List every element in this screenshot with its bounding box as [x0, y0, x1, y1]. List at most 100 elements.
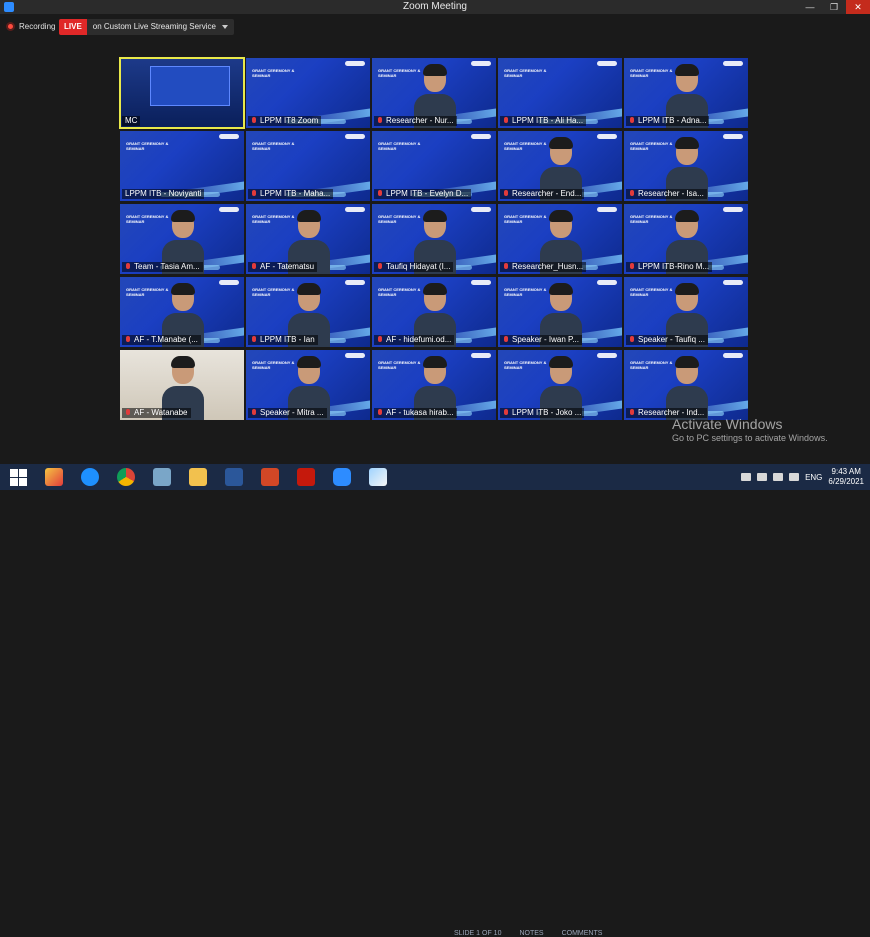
participant-tile[interactable]: GRANT CEREMONY & SEMINAR Speaker - Iwan P…: [498, 277, 622, 347]
participant-tile[interactable]: GRANT CEREMONY & SEMINAR LPPM ITB - Ali H…: [498, 58, 622, 128]
notes-button[interactable]: NOTES: [519, 930, 543, 937]
muted-mic-icon: [251, 117, 257, 125]
comments-button[interactable]: COMMENTS: [562, 930, 603, 937]
slide-logo: [723, 61, 743, 66]
participant-nameplate: LPPM ITB - Ali Ha...: [500, 116, 587, 126]
language-indicator[interactable]: ENG: [805, 473, 822, 482]
participant-tile[interactable]: GRANT CEREMONY & SEMINAR LPPM ITB - Noviy…: [120, 131, 244, 201]
participant-tile[interactable]: GRANT CEREMONY & SEMINAR Speaker - Mitra …: [246, 350, 370, 420]
participant-tile[interactable]: GRANT CEREMONY & SEMINAR Researcher - End…: [498, 131, 622, 201]
clock[interactable]: 9:43 AM 6/29/2021: [828, 467, 864, 487]
muted-mic-icon: [629, 117, 635, 125]
participant-tile[interactable]: GRANT CEREMONY & SEMINAR Researcher - Nur…: [372, 58, 496, 128]
flag-icon[interactable]: [741, 473, 752, 481]
participant-name: Researcher - End...: [512, 189, 582, 198]
activate-windows-watermark: Activate Windows Go to PC settings to ac…: [672, 416, 828, 443]
participant-nameplate: Team - Tasia Am...: [122, 262, 203, 272]
participant-name: LPPM IT8 Zoom: [260, 116, 319, 125]
participant-tile[interactable]: GRANT CEREMONY & SEMINAR Taufiq Hidayat (…: [372, 204, 496, 274]
taskbar-acrobat[interactable]: [288, 464, 324, 490]
participant-name: Speaker - Mitra ...: [260, 408, 324, 417]
powerpoint-icon: [261, 468, 279, 486]
taskbar-word[interactable]: [216, 464, 252, 490]
participant-name: LPPM ITB - Ian: [260, 335, 315, 344]
chrome-icon: [117, 468, 135, 486]
participant-tile[interactable]: GRANT CEREMONY & SEMINAR AF - tukasa hira…: [372, 350, 496, 420]
muted-mic-icon: [503, 117, 509, 125]
taskbar-internet-explorer[interactable]: [72, 464, 108, 490]
live-stream-control[interactable]: LIVE on Custom Live Streaming Service: [59, 19, 234, 35]
participant-name: Team - Tasia Am...: [134, 262, 200, 271]
participant-tile[interactable]: GRANT CEREMONY & SEMINAR AF - T.Manabe (.…: [120, 277, 244, 347]
participant-name: Researcher_Husn...: [512, 262, 584, 271]
muted-mic-icon: [251, 409, 257, 417]
participant-name: LPPM ITB - Ali Ha...: [512, 116, 584, 125]
participant-tile[interactable]: GRANT CEREMONY & SEMINAR Speaker - Taufiq…: [624, 277, 748, 347]
participant-nameplate: Speaker - Iwan P...: [500, 335, 582, 345]
clock-time: 9:43 AM: [831, 467, 861, 476]
participant-nameplate: Researcher - End...: [500, 189, 585, 199]
participant-tile[interactable]: GRANT CEREMONY & SEMINAR Researcher - Isa…: [624, 131, 748, 201]
participant-tile[interactable]: GRANT CEREMONY & SEMINAR Researcher_Husn.…: [498, 204, 622, 274]
participant-tile[interactable]: GRANT CEREMONY & SEMINAR LPPM ITB - Adna.…: [624, 58, 748, 128]
participant-nameplate: Researcher - Nur...: [374, 116, 457, 126]
participant-tile[interactable]: GRANT CEREMONY & SEMINAR LPPM ITB - Joko …: [498, 350, 622, 420]
taskbar-paint-brush[interactable]: [360, 464, 396, 490]
participant-tile[interactable]: GRANT CEREMONY & SEMINAR LPPM ITB-Rino M.…: [624, 204, 748, 274]
participant-tile[interactable]: GRANT CEREMONY & SEMINAR LPPM ITB - Evely…: [372, 131, 496, 201]
slide-title: GRANT CEREMONY & SEMINAR: [126, 141, 169, 151]
participant-tile[interactable]: GRANT CEREMONY & SEMINAR LPPM IT8 Zoom: [246, 58, 370, 128]
participant-tile[interactable]: GRANT CEREMONY & SEMINAR LPPM ITB - Maha.…: [246, 131, 370, 201]
minimize-button[interactable]: —: [798, 0, 822, 14]
taskbar-chrome[interactable]: [108, 464, 144, 490]
participant-tile[interactable]: MC: [119, 57, 245, 129]
muted-mic-icon: [251, 336, 257, 344]
slide-logo: [471, 134, 491, 139]
muted-mic-icon: [251, 263, 257, 271]
participant-tile[interactable]: AF - Watanabe: [120, 350, 244, 420]
watermark-title: Activate Windows: [672, 416, 783, 432]
watermark-subtitle: Go to PC settings to activate Windows.: [672, 433, 828, 443]
taskbar-paint[interactable]: [36, 464, 72, 490]
muted-mic-icon: [503, 190, 509, 198]
taskbar-file-explorer[interactable]: [180, 464, 216, 490]
participant-tile[interactable]: GRANT CEREMONY & SEMINAR Researcher - Ind…: [624, 350, 748, 420]
zoom-icon: [333, 468, 351, 486]
battery-icon[interactable]: [757, 473, 768, 481]
recording-indicator[interactable]: Recording: [6, 22, 55, 31]
window-controls: — ❐ ✕: [798, 0, 870, 14]
muted-mic-icon: [629, 190, 635, 198]
slide-logo: [219, 207, 239, 212]
slide-logo: [597, 280, 617, 285]
close-button[interactable]: ✕: [846, 0, 870, 14]
network-icon[interactable]: [773, 473, 784, 481]
muted-mic-icon: [377, 336, 383, 344]
muted-mic-icon: [377, 190, 383, 198]
slide-logo: [345, 61, 365, 66]
participant-name: LPPM ITB - Noviyanti: [125, 189, 202, 198]
taskbar-zoom[interactable]: [324, 464, 360, 490]
muted-mic-icon: [377, 263, 383, 271]
chevron-down-icon: [221, 25, 228, 29]
slide-logo: [471, 280, 491, 285]
participant-nameplate: AF - tukasa hirab...: [374, 408, 457, 418]
participant-tile[interactable]: GRANT CEREMONY & SEMINAR Team - Tasia Am.…: [120, 204, 244, 274]
muted-mic-icon: [503, 263, 509, 271]
taskbar-powerpoint[interactable]: [252, 464, 288, 490]
volume-icon[interactable]: [789, 473, 800, 481]
muted-mic-icon: [629, 263, 635, 271]
participant-tile[interactable]: GRANT CEREMONY & SEMINAR AF - Tatematsu: [246, 204, 370, 274]
slide-logo: [723, 134, 743, 139]
taskbar-app[interactable]: [144, 464, 180, 490]
participant-tile[interactable]: GRANT CEREMONY & SEMINAR AF - hidefumi.od…: [372, 277, 496, 347]
start-button[interactable]: [0, 464, 36, 490]
participant-name: Speaker - Iwan P...: [512, 335, 579, 344]
participant-nameplate: LPPM IT8 Zoom: [248, 116, 322, 126]
participant-name: AF - tukasa hirab...: [386, 408, 454, 417]
participant-tile[interactable]: GRANT CEREMONY & SEMINAR LPPM ITB - Ian: [246, 277, 370, 347]
restore-button[interactable]: ❐: [822, 0, 846, 14]
windows-taskbar: SLIDE 1 OF 10 NOTES COMMENTS ENG 9:43 AM…: [0, 464, 870, 937]
live-service-dropdown[interactable]: on Custom Live Streaming Service: [86, 19, 234, 35]
slide-title: GRANT CEREMONY & SEMINAR: [252, 68, 295, 78]
participant-name: AF - hidefumi.od...: [386, 335, 452, 344]
